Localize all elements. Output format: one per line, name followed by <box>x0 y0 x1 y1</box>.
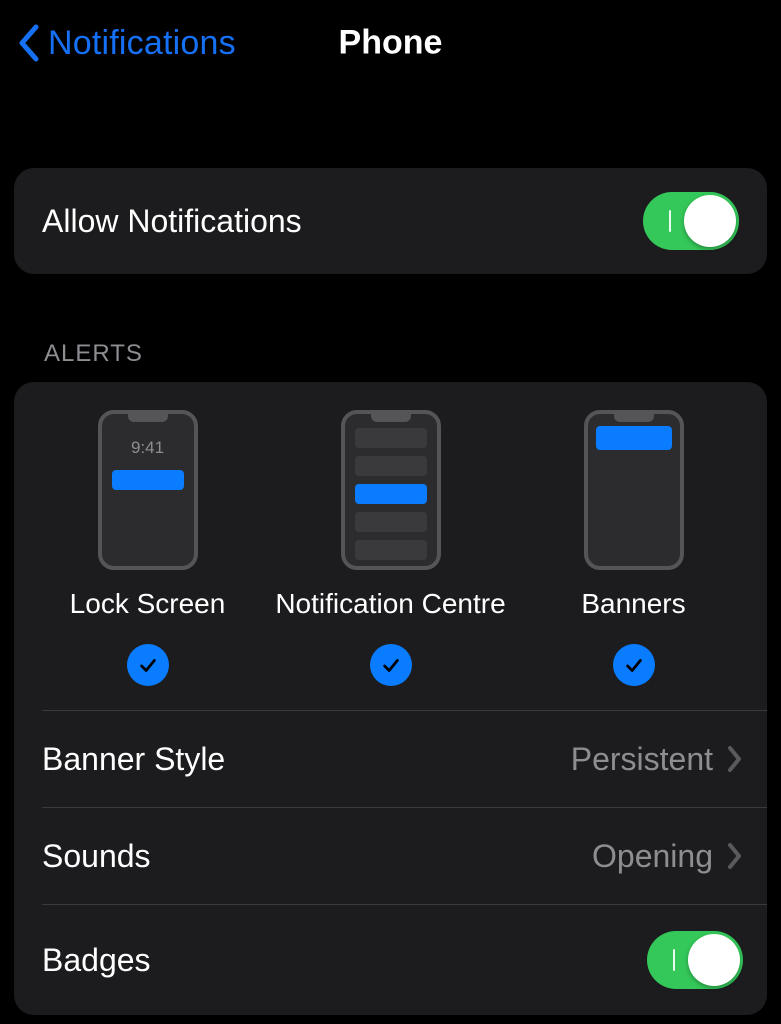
allow-notifications-label: Allow Notifications <box>42 203 302 240</box>
lock-screen-icon: 9:41 <box>98 410 198 570</box>
allow-notifications-card: Allow Notifications <box>14 168 767 274</box>
alert-option-label: Notification Centre <box>275 588 505 620</box>
banners-icon <box>584 410 684 570</box>
checkmark-icon <box>127 644 169 686</box>
alert-option-banners[interactable]: Banners <box>514 410 754 686</box>
back-button[interactable]: Notifications <box>16 23 236 63</box>
alerts-section-header: ALERTS <box>44 340 781 368</box>
chevron-left-icon <box>16 23 40 63</box>
chevron-right-icon <box>727 842 743 870</box>
header: Notifications Phone <box>0 0 781 86</box>
alert-option-lock-screen[interactable]: 9:41 Lock Screen <box>28 410 268 686</box>
toggle-knob <box>688 934 740 986</box>
back-label: Notifications <box>48 24 236 63</box>
sounds-label: Sounds <box>42 838 151 875</box>
page-title: Phone <box>339 24 443 63</box>
alerts-options-row: 9:41 Lock Screen <box>14 410 767 710</box>
toggle-knob <box>684 195 736 247</box>
alert-option-label: Lock Screen <box>70 588 226 620</box>
alert-option-label: Banners <box>581 588 685 620</box>
sounds-row[interactable]: Sounds Opening <box>14 808 767 904</box>
lock-screen-time: 9:41 <box>102 438 194 458</box>
banner-style-value: Persistent <box>571 741 713 778</box>
notification-centre-icon <box>341 410 441 570</box>
row-right: Persistent <box>571 741 743 778</box>
checkmark-icon <box>613 644 655 686</box>
toggle-indicator <box>669 210 671 232</box>
alerts-card: 9:41 Lock Screen <box>14 382 767 1015</box>
banner-style-label: Banner Style <box>42 741 225 778</box>
checkmark-icon <box>370 644 412 686</box>
badges-toggle[interactable] <box>647 931 743 989</box>
toggle-indicator <box>673 949 675 971</box>
badges-row: Badges <box>14 905 767 1015</box>
badges-label: Badges <box>42 942 151 979</box>
banner-style-row[interactable]: Banner Style Persistent <box>14 711 767 807</box>
allow-notifications-toggle[interactable] <box>643 192 739 250</box>
alert-option-notification-centre[interactable]: Notification Centre <box>271 410 511 686</box>
chevron-right-icon <box>727 745 743 773</box>
sounds-value: Opening <box>592 838 713 875</box>
allow-notifications-row: Allow Notifications <box>14 168 767 274</box>
row-right: Opening <box>592 838 743 875</box>
